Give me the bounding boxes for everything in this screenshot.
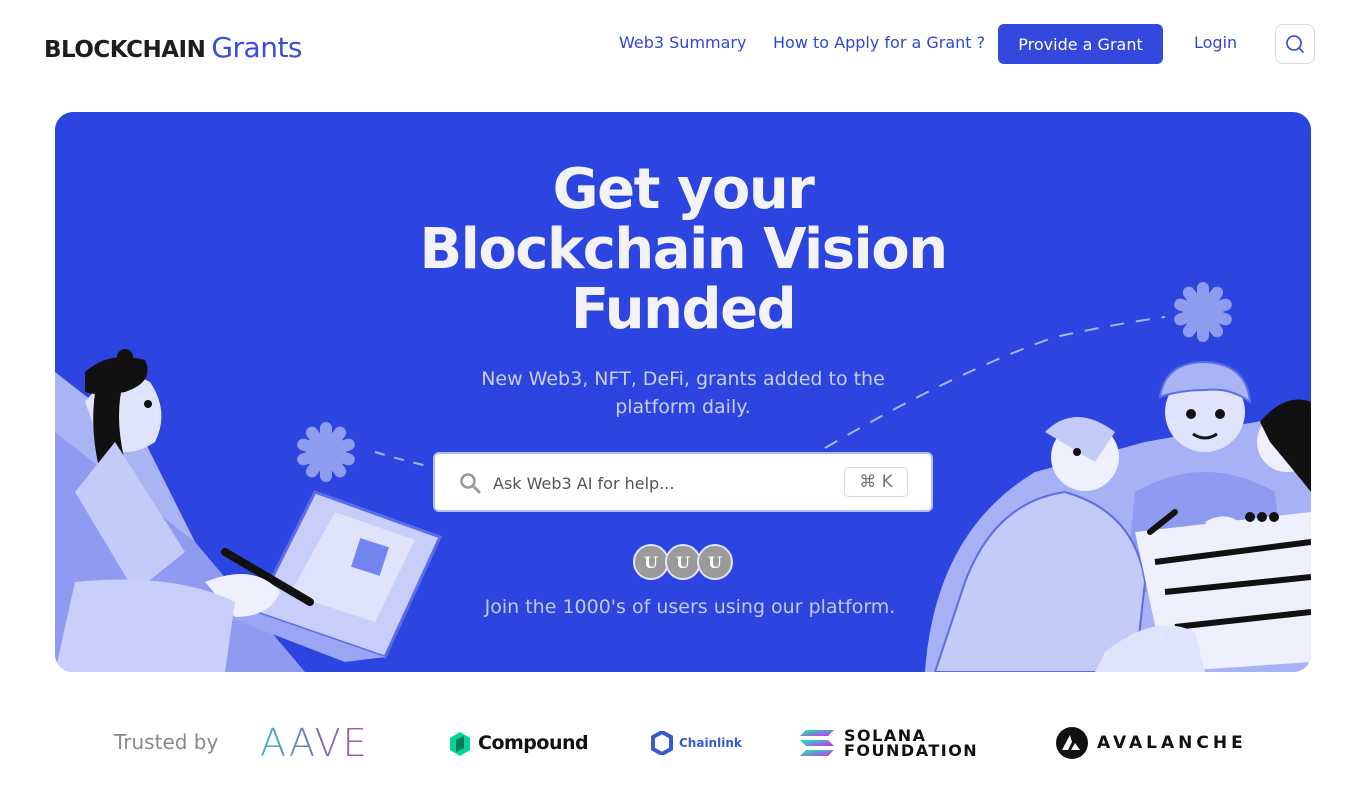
hero-title-line-1: Get your <box>552 157 815 222</box>
asterisk-left-icon <box>297 422 355 482</box>
avatar: U <box>665 544 701 580</box>
trusted-by-label: Trusted by <box>114 730 219 754</box>
partner-logo-solana: SOLANA FOUNDATION <box>800 722 978 764</box>
site-logo[interactable]: BLOCKCHAIN Grants <box>44 24 303 64</box>
logo-subword: Grants <box>211 31 303 64</box>
magnifier-icon <box>460 473 481 494</box>
partner-logo-chainlink: Chainlink <box>651 722 742 764</box>
solana-logo-icon <box>800 730 834 756</box>
hero-banner: Get your Blockchain Vision Funded New We… <box>55 112 1311 672</box>
header-search-button[interactable] <box>1275 24 1315 64</box>
solana-wordmark-line-2: FOUNDATION <box>844 741 979 760</box>
partner-logo-compound: Compound <box>448 722 589 764</box>
hero-title-line-2: Blockchain Vision <box>419 217 948 282</box>
nav-how-to-apply[interactable]: How to Apply for a Grant ? <box>773 33 985 52</box>
aave-wordmark: AAVE <box>260 721 369 765</box>
keyboard-shortcut-badge: ⌘ K <box>844 467 908 497</box>
join-users-text: Join the 1000's of users using our platf… <box>484 596 896 618</box>
right-group-illustration <box>925 360 1311 672</box>
chainlink-wordmark: Chainlink <box>679 736 742 750</box>
login-button[interactable]: Login <box>1194 33 1237 52</box>
user-avatar-group: U U U <box>633 544 735 580</box>
partner-logo-aave: AAVE <box>260 721 369 765</box>
partner-logo-avalanche: AVALANCHE <box>1055 722 1247 764</box>
hero-subtitle: New Web3, NFT, DeFi, grants added to the… <box>481 368 885 418</box>
compound-wordmark: Compound <box>478 732 589 754</box>
hero-title-line-3: Funded <box>570 277 797 342</box>
compound-logo-icon <box>450 732 470 756</box>
ai-search-box[interactable]: ⌘ K <box>433 452 933 512</box>
nav-web3-summary[interactable]: Web3 Summary <box>619 33 746 52</box>
logo-wordmark: BLOCKCHAIN <box>44 37 206 63</box>
left-person-illustration <box>55 349 443 672</box>
ai-search-input[interactable] <box>493 468 833 498</box>
avatar: U <box>697 544 733 580</box>
avalanche-logo-icon <box>1056 727 1088 759</box>
search-icon <box>1286 35 1304 53</box>
avatar: U <box>633 544 669 580</box>
hero-title: Get your Blockchain Vision Funded <box>55 160 1311 340</box>
chainlink-hexagon-icon <box>651 731 673 755</box>
header: BLOCKCHAIN Grants Web3 Summary How to Ap… <box>0 0 1364 88</box>
avalanche-wordmark: AVALANCHE <box>1097 733 1247 753</box>
solana-wordmark: SOLANA FOUNDATION <box>844 728 979 760</box>
provide-grant-button[interactable]: Provide a Grant <box>998 24 1163 64</box>
